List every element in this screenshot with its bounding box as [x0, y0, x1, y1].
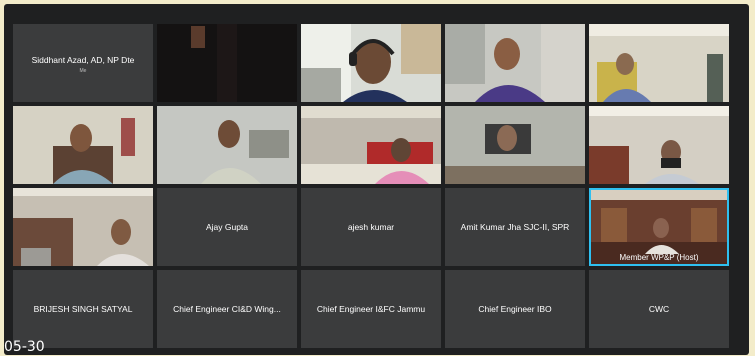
participant-tile-video[interactable]	[445, 24, 585, 102]
participant-tile-video[interactable]	[301, 106, 441, 184]
participant-tile-active-speaker[interactable]: Member WP&P (Host)	[589, 188, 729, 266]
participant-name: BRIJESH SINGH SATYAL	[33, 304, 133, 314]
participant-tile-video[interactable]	[445, 106, 585, 184]
participant-name: Ajay Gupta	[205, 222, 249, 232]
participant-name: CWC	[648, 304, 670, 314]
participant-tile[interactable]: Ajay Gupta	[157, 188, 297, 266]
participant-name-host: Member WP&P (Host)	[619, 253, 699, 262]
participant-name: Chief Engineer I&FC Jammu	[316, 304, 426, 314]
participant-video-office	[589, 24, 729, 102]
participant-tile[interactable]: Amit Kumar Jha SJC-II, SPR	[445, 188, 585, 266]
participant-name: Siddhant Azad, AD, NP Dte	[31, 55, 135, 65]
date-stamp-overlay: 05-30	[4, 339, 45, 355]
dark-room-video	[157, 24, 297, 102]
participant-tile-video[interactable]	[589, 24, 729, 102]
participant-tile-video[interactable]	[13, 188, 153, 266]
participant-video-headset	[301, 24, 441, 102]
participant-name: ajesh kumar	[347, 222, 395, 232]
participant-tile[interactable]: BRIJESH SINGH SATYAL	[13, 270, 153, 348]
participant-tile[interactable]: CWC	[589, 270, 729, 348]
participant-name: Chief Engineer CI&D Wing...	[173, 304, 281, 314]
participant-tile-video[interactable]	[589, 106, 729, 184]
participant-video-office	[589, 106, 729, 184]
participant-video-office	[157, 106, 297, 184]
participant-tile-video[interactable]	[301, 24, 441, 102]
participant-tile[interactable]: ajesh kumar	[301, 188, 441, 266]
participant-tile-video[interactable]	[157, 106, 297, 184]
participant-tile[interactable]: Chief Engineer IBO	[445, 270, 585, 348]
participant-video-office	[13, 106, 153, 184]
participant-video-office	[445, 24, 585, 102]
participant-tile-video[interactable]	[13, 106, 153, 184]
participant-tile-self[interactable]: Siddhant Azad, AD, NP Dte Me	[13, 24, 153, 102]
participant-name: Chief Engineer IBO	[478, 304, 552, 314]
participant-video-office	[301, 106, 441, 184]
video-gallery: Siddhant Azad, AD, NP Dte Me Ajay Gupta …	[4, 4, 749, 355]
participant-name: Amit Kumar Jha SJC-II, SPR	[460, 222, 570, 232]
participant-video-office	[445, 106, 585, 184]
participant-sub-label: Me	[79, 68, 87, 74]
participant-tile[interactable]: Chief Engineer CI&D Wing...	[157, 270, 297, 348]
participant-tile[interactable]: Chief Engineer I&FC Jammu	[301, 270, 441, 348]
participant-video-office	[13, 188, 153, 266]
participant-tile-video-off[interactable]	[157, 24, 297, 102]
